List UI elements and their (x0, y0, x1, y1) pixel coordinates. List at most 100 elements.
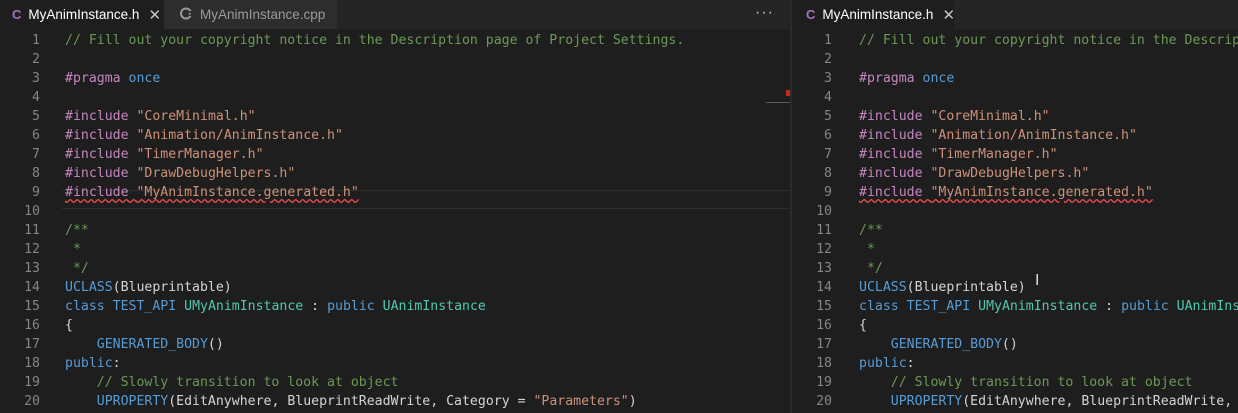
code-text: // Slowly transition to look at object (65, 373, 399, 392)
code-line: 14 UCLASS(Blueprintable) (0, 278, 790, 297)
code-token: GENERATED_BODY (890, 337, 1002, 352)
code-token: : (112, 356, 121, 371)
code-token: #include (859, 166, 923, 181)
code-line: 2 (792, 50, 1238, 69)
code-token: #pragma (859, 71, 915, 86)
line-number: 16 (816, 318, 832, 333)
code-text: UCLASS(Blueprintable) (859, 278, 1026, 297)
line-number: 1 (32, 33, 40, 48)
line-number: 14 (816, 280, 832, 295)
close-icon[interactable]: ✕ (942, 6, 955, 24)
code-line: 6 #include "Animation/AnimInstance.h" (0, 126, 790, 145)
code-token: (Blueprintable) (112, 280, 232, 295)
code-line: 14 UCLASS(Blueprintable) (792, 278, 1238, 297)
code-text: GENERATED_BODY() (65, 335, 224, 354)
code-token: public (859, 356, 907, 371)
code-token: ) (628, 394, 637, 409)
tab-myaniminstance-cpp[interactable]: + MyAnimInstance.cpp (164, 0, 337, 29)
code-text: #include "TimerManager.h" (65, 145, 264, 164)
line-number: 8 (32, 166, 40, 181)
code-line: 15 class TEST_API UMyAnimInstance : publi… (0, 297, 790, 316)
code-token: UCLASS (859, 280, 907, 295)
code-line: 13 */ (792, 259, 1238, 278)
code-line: 11 /** (0, 221, 790, 240)
code-line: 18 public: (0, 354, 790, 373)
code-token: "Animation/AnimInstance.h" (136, 128, 343, 143)
line-number: 18 (24, 356, 40, 371)
code-line: 11 /** (792, 221, 1238, 240)
code-line: 20 UPROPERTY(EditAnywhere, BlueprintRead… (0, 392, 790, 411)
code-line: 17 GENERATED_BODY() (792, 335, 1238, 354)
cpp-glyph-icon: + (180, 7, 193, 19)
cpp-file-icon: + (180, 7, 193, 23)
code-token-error: #include "MyAnimInstance.generated.h" (65, 185, 359, 200)
code-token: "DrawDebugHelpers.h" (136, 166, 296, 181)
code-text: UPROPERTY(EditAnywhere, BlueprintReadWri… (859, 392, 1238, 411)
code-text: #include "MyAnimInstance.generated.h" (859, 183, 1153, 202)
code-line: 7 #include "TimerManager.h" (0, 145, 790, 164)
code-token: #include (65, 147, 129, 162)
code-line: 1 // Fill out your copyright notice in th… (792, 31, 1238, 50)
code-token: TEST_API (112, 299, 177, 314)
code-token: UPROPERTY (890, 394, 963, 409)
code-line: 5 #include "CoreMinimal.h" (792, 107, 1238, 126)
c-file-icon: C (12, 7, 22, 22)
close-icon[interactable]: ✕ (148, 6, 161, 24)
code-token: UMyAnimInstance (184, 299, 304, 314)
code-token: "CoreMinimal.h" (136, 109, 256, 124)
line-number: 4 (824, 90, 832, 105)
code-line: 6 #include "Animation/AnimInstance.h" (792, 126, 1238, 145)
code-line: 3 #pragma once (792, 69, 1238, 88)
code-token: * (65, 242, 81, 257)
code-line: 19 // Slowly transition to look at objec… (792, 373, 1238, 392)
code-token: () (207, 337, 224, 352)
code-text: { (859, 316, 867, 335)
code-line: 5 #include "CoreMinimal.h" (0, 107, 790, 126)
code-line: 16 { (792, 316, 1238, 335)
code-token: // Slowly transition to look at object (859, 375, 1193, 390)
code-line: 12 * (792, 240, 1238, 259)
code-text: /** (65, 221, 89, 240)
code-token: { (859, 318, 867, 333)
code-token: (Blueprintable) (906, 280, 1026, 295)
code-token: class (65, 299, 105, 314)
text-cursor-icon: I (1035, 272, 1040, 289)
ruler-cursor-line (766, 102, 790, 103)
line-number: 10 (24, 204, 40, 219)
code-token: "Animation/AnimInstance.h" (930, 128, 1137, 143)
line-number: 18 (816, 356, 832, 371)
code-text: UPROPERTY(EditAnywhere, BlueprintReadWri… (65, 392, 637, 411)
code-token: "TimerManager.h" (930, 147, 1058, 162)
code-line: 8 #include "DrawDebugHelpers.h" (792, 164, 1238, 183)
code-token: #include (859, 128, 923, 143)
tab-label: MyAnimInstance.h (822, 7, 934, 22)
code-token: TEST_API (906, 299, 971, 314)
tab-myaniminstance-h[interactable]: C MyAnimInstance.h ✕ (0, 0, 164, 29)
code-token: #include (859, 147, 923, 162)
tab-myaniminstance-h[interactable]: C MyAnimInstance.h ✕ (792, 0, 955, 29)
code-line: 18 public: (792, 354, 1238, 373)
code-text: public: (859, 354, 915, 373)
code-text: #include "Animation/AnimInstance.h" (859, 126, 1137, 145)
editor-group-left: C MyAnimInstance.h ✕ + MyAnimInstance.cp… (0, 0, 790, 413)
line-number: 11 (24, 223, 40, 238)
more-actions-icon[interactable]: ··· (755, 4, 774, 22)
code-line: 2 (0, 50, 790, 69)
line-number: 13 (24, 261, 40, 276)
line-number: 7 (32, 147, 40, 162)
line-number: 19 (816, 375, 832, 390)
code-token-error: #include "MyAnimInstance.generated.h" (859, 185, 1153, 200)
code-text: #include "MyAnimInstance.generated.h" (65, 183, 359, 202)
overview-ruler[interactable] (766, 31, 790, 413)
code-text: */ (65, 259, 89, 278)
code-text: * (65, 240, 81, 259)
code-token: : (906, 356, 915, 371)
code-line: 17 GENERATED_BODY() (0, 335, 790, 354)
code-token: public (327, 299, 375, 314)
line-number: 9 (32, 185, 40, 200)
code-line: 10 (792, 202, 1238, 221)
code-token: public (1121, 299, 1169, 314)
line-number: 14 (24, 280, 40, 295)
line-number: 7 (824, 147, 832, 162)
